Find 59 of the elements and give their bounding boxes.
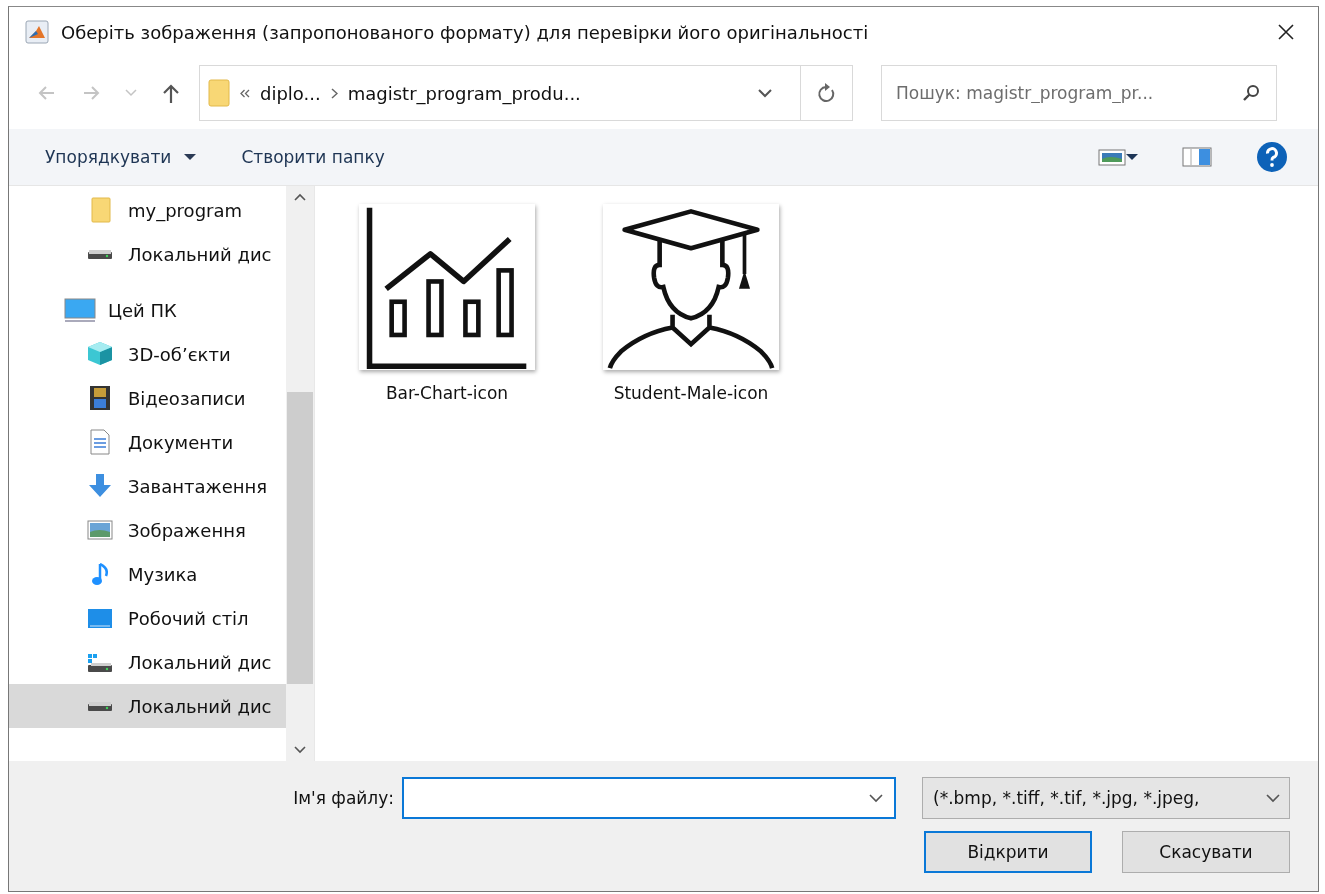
sidebar-item[interactable]: 3D-об’єкти [9,332,286,376]
document-icon [90,429,110,455]
graduate-icon [603,204,779,370]
file-name-label: Ім'я файлу: [293,788,394,808]
chevron-right-icon [330,87,338,99]
caret-icon [183,153,198,161]
folder-icon [89,197,111,223]
desktop-icon [87,608,113,628]
organize-menu[interactable]: Упорядкувати [33,141,210,173]
search-field[interactable]: Пошук: magistr_program_pr... [881,65,1277,121]
chevron-down-icon [124,89,138,97]
help-icon [1256,141,1288,173]
computer-icon [64,298,96,322]
file-type-dropdown[interactable]: (*.bmp, *.tiff, *.tif, *.jpg, *.jpeg, [922,777,1290,819]
sidebar-item[interactable]: Документи [9,420,286,464]
chevron-down-icon [868,793,884,803]
sidebar-item[interactable]: Робочий стіл [9,596,286,640]
search-icon [1241,83,1261,103]
sidebar-item[interactable]: Локальний дис [9,684,286,728]
music-note-icon [92,563,108,585]
open-button[interactable]: Відкрити [924,831,1092,873]
cube-icon [87,342,113,366]
file-name-field[interactable] [402,777,896,819]
file-item[interactable]: Student-Male-icon [601,204,781,405]
app-icon [25,20,49,44]
new-folder-button[interactable]: Створити папку [229,141,397,173]
sidebar-item[interactable]: Локальний дис [9,232,286,276]
down-arrow-icon [88,474,112,498]
address-bar[interactable]: diplo... magistr_program_produ... [199,65,853,121]
sidebar-item[interactable]: Зображення [9,508,286,552]
close-icon [1277,23,1295,41]
double-chevron-icon [240,88,250,98]
sidebar-item[interactable]: Локальний дис [9,640,286,684]
sidebar-item[interactable]: Завантаження [9,464,286,508]
line-bar-chart-icon [359,204,535,370]
chevron-down-icon [1265,793,1281,803]
sidebar-item[interactable]: Відеозаписи [9,376,286,420]
file-item[interactable]: Bar-Chart-icon [357,204,537,405]
chevron-up-icon [293,192,307,202]
scrollbar[interactable] [286,186,314,761]
folder-icon [208,79,230,107]
picture-icon [87,520,113,540]
breadcrumb-item[interactable]: diplo... [260,82,321,104]
refresh-icon [816,82,837,104]
breadcrumb-item[interactable]: magistr_program_produ... [347,82,581,104]
picture-icon [1098,148,1126,166]
cancel-button[interactable]: Скасувати [1122,831,1290,873]
sidebar-item[interactable]: my_program [9,188,286,232]
chevron-down-icon [293,745,307,755]
drive-icon [87,249,113,259]
sidebar-item[interactable]: Цей ПК [9,288,286,332]
drive-icon [87,701,113,711]
film-icon [90,386,110,410]
pane-icon [1182,147,1212,167]
window-title: Оберіть зображення (запропонованого формату) для перевірки його оригінальності [61,21,870,43]
sidebar-item[interactable]: Музика [9,552,286,596]
system-drive-icon [87,652,113,672]
caret-icon [1126,154,1138,160]
chevron-down-icon [757,88,773,98]
